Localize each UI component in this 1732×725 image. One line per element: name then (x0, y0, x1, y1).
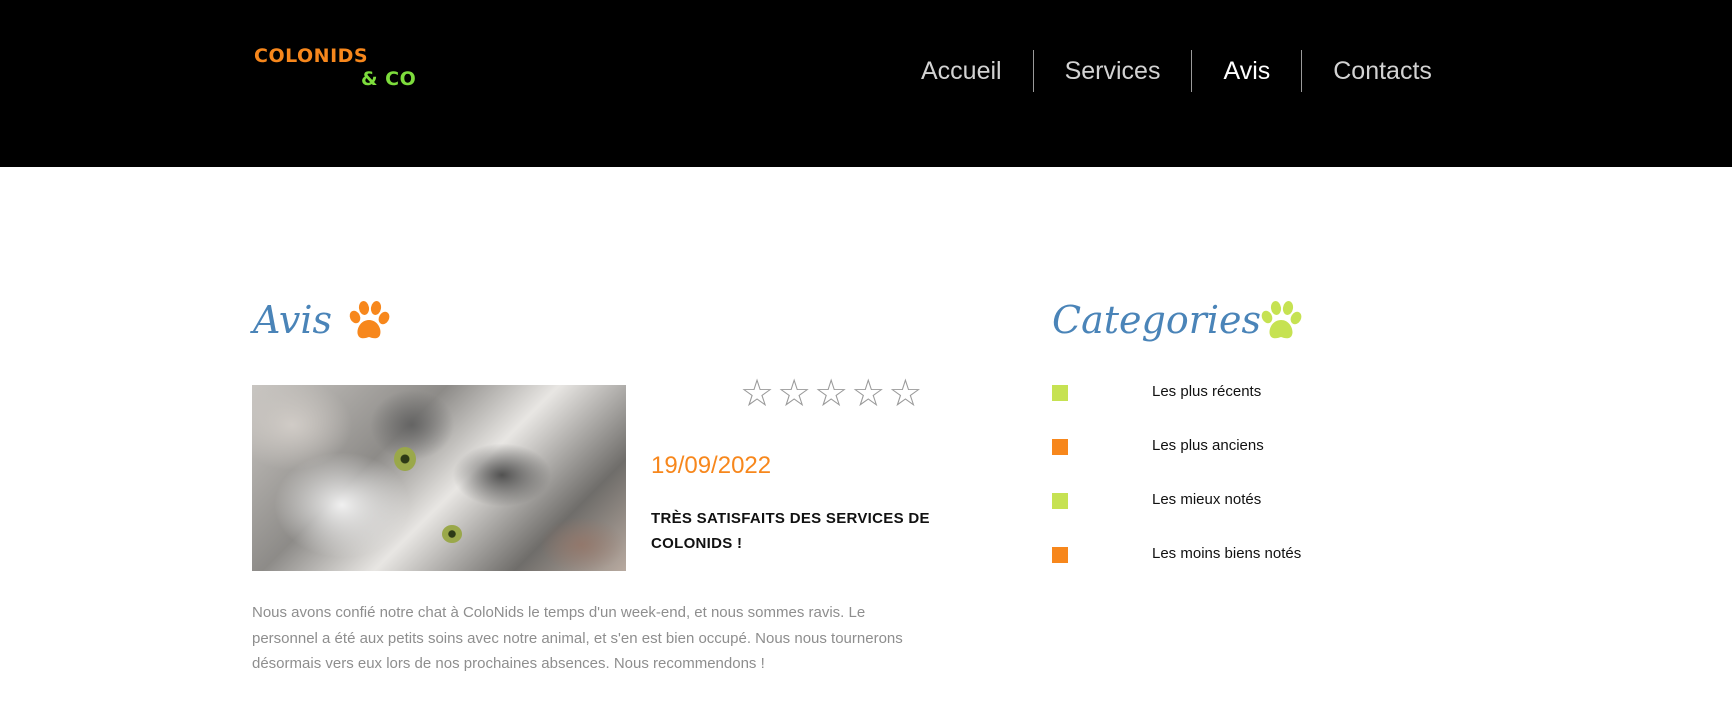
bullet-square-icon (1052, 385, 1068, 401)
paw-icon (349, 301, 390, 339)
nav-item-avis[interactable]: Avis (1191, 50, 1301, 92)
review-date: 19/09/2022 (651, 452, 772, 479)
star-icon[interactable]: ☆ (851, 374, 885, 414)
category-label: Les plus récents (1152, 383, 1262, 400)
bullet-square-icon (1052, 493, 1068, 509)
cat-eye (394, 447, 416, 471)
site-header: COLONIDS & CO Accueil Services Avis Cont… (0, 0, 1732, 167)
categories-list: Les plus récents Les plus anciens Les mi… (1052, 382, 1452, 598)
star-icon[interactable]: ☆ (740, 374, 774, 414)
bullet-square-icon (1052, 439, 1068, 455)
category-item-recent[interactable]: Les plus récents (1052, 382, 1452, 436)
nav-item-services[interactable]: Services (1032, 50, 1192, 92)
logo-line-1: COLONIDS (254, 45, 369, 67)
review-body: Nous avons confié notre chat à ColoNids … (252, 604, 903, 672)
star-icon[interactable]: ☆ (777, 374, 811, 414)
paw-icon (1261, 301, 1302, 339)
star-icon[interactable]: ☆ (888, 374, 922, 414)
category-label: Les plus anciens (1152, 437, 1264, 454)
category-item-oldest[interactable]: Les plus anciens (1052, 436, 1452, 490)
site-logo[interactable]: COLONIDS & CO (254, 45, 416, 91)
star-icon[interactable]: ☆ (814, 374, 848, 414)
review-cat-photo (252, 385, 626, 571)
nav-item-contacts[interactable]: Contacts (1301, 50, 1463, 92)
category-item-best-rated[interactable]: Les mieux notés (1052, 490, 1452, 544)
cat-eye (442, 525, 462, 543)
logo-line-2: & CO (361, 68, 417, 90)
bullet-square-icon (1052, 547, 1068, 563)
categories-title: Categories (1052, 298, 1261, 342)
nav-item-accueil[interactable]: Accueil (890, 50, 1033, 92)
review-headline: TRÈS SATISFAITS DES SERVICES DE COLONIDS… (651, 510, 930, 552)
reviews-title: Avis (253, 298, 333, 342)
rating-stars: ☆ ☆ ☆ ☆ ☆ (740, 374, 922, 414)
category-label: Les moins biens notés (1152, 545, 1302, 562)
main-nav: Accueil Services Avis Contacts (890, 50, 1463, 92)
category-item-worst-rated[interactable]: Les moins biens notés (1052, 544, 1452, 598)
category-label: Les mieux notés (1152, 491, 1262, 508)
